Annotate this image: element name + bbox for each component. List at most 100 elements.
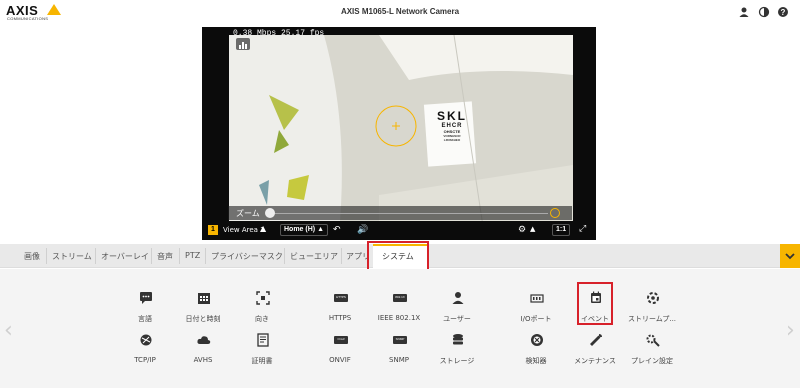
snmp-badge: SNMP [395,337,405,341]
setting-label: プレイン設定 [631,357,673,365]
setting-certificates[interactable]: 証明書 [230,333,294,373]
setting-label: ストリームプ... [627,315,677,323]
certificate-icon [257,333,269,347]
eye-chart-row: LZNSKHEO [443,138,461,142]
setting-label: ONVIF [329,356,351,364]
ratio-button[interactable]: 1:1 [552,224,571,236]
https-badge: HTTPS [336,295,346,299]
wrench-icon [590,334,602,346]
setting-language[interactable]: 言語 [113,291,177,331]
audio-icon[interactable]: 🔊 [357,225,368,235]
setting-label: AVHS [193,356,213,364]
tab-overlay[interactable]: オーバーレイ [101,251,149,262]
zoom-track[interactable] [268,213,548,214]
svg-text:?: ? [781,8,786,17]
tab-image[interactable]: 画像 [24,251,40,262]
view-area-number: 1 [208,225,218,235]
setting-label: SNMP [389,356,409,364]
camera-feed[interactable]: SKL EHCR OHSCTE VORNHSCR LZNSKHEO [229,35,573,233]
setting-onvif[interactable]: Onvif ONVIF [308,333,372,373]
caret-up-icon[interactable]: ▲ [260,224,266,233]
setting-label: ストレージ [439,357,475,365]
bar-chart-icon [239,42,247,49]
setting-label: 言語 [138,315,152,323]
highlight-event-setting [577,282,613,325]
setting-label: IEEE 802.1X [377,314,421,322]
zoom-slider-bar: ズーム [228,206,572,220]
fullscreen-icon[interactable]: ⤢ [579,224,586,234]
network-icon [140,334,152,346]
video-control-bar: 1 View Area 1 ▲ Home (H) ▲ ↶ 🔊 ⚙ ▲ 1:1 ⤢ [202,221,596,240]
tab-privacy-mask[interactable]: プライバシーマスク [211,251,283,262]
tab-divider [95,248,96,264]
tab-divider [205,248,206,264]
setting-label: ユーザー [443,315,471,323]
tab-divider [341,248,342,264]
setting-stream-profiles[interactable]: ストリームプ... [620,291,684,331]
setting-label: HTTPS [328,314,352,322]
orientation-icon [256,291,270,305]
setting-io-ports[interactable]: I/Oポート [504,291,568,331]
tab-divider [284,248,285,264]
user-icon[interactable] [738,6,750,18]
setting-ieee-8021x[interactable]: 802.1X IEEE 802.1X [367,291,431,331]
setting-users[interactable]: ユーザー [425,291,489,331]
contrast-icon[interactable] [758,6,770,18]
io-port-icon [530,294,544,303]
camera-scene [229,35,573,233]
eye-chart: SKL EHCR OHSCTE VORNHSCR LZNSKHEO [432,109,472,142]
setting-label: 証明書 [251,357,273,365]
speech-icon [140,292,152,304]
return-icon[interactable]: ↶ [333,225,341,235]
plain-config-icon [646,334,660,347]
tab-divider [46,248,47,264]
page-title: AXIS M1065-L Network Camera [340,7,460,16]
setting-tcpip[interactable]: TCP/IP [113,333,177,373]
onvif-badge: Onvif [337,337,345,341]
stats-toggle-button[interactable] [236,38,250,50]
collapse-panel-button[interactable] [780,244,800,268]
zoom-target-icon[interactable] [550,208,560,218]
zoom-label: ズーム [236,209,260,218]
setting-label: 日付と時刻 [185,315,221,323]
setting-label: 向き [255,315,269,323]
settings-gear-icon[interactable]: ⚙ [518,225,526,235]
home-preset-label: Home (H) [284,226,316,233]
setting-storage[interactable]: ストレージ [425,333,489,373]
tab-divider [151,248,152,264]
storage-icon [453,334,463,345]
zoom-slider-handle[interactable] [265,208,275,218]
ieee-badge: 802.1X [395,295,405,299]
setting-maintenance[interactable]: メンテナンス [563,333,627,373]
stream-profile-icon [647,292,659,304]
setting-label: I/Oポート [520,315,552,323]
tab-view-area[interactable]: ビューエリア [290,251,338,262]
tab-divider [179,248,180,264]
setting-label: メンテナンス [574,357,616,365]
help-icon[interactable]: ? [777,6,789,18]
setting-date-time[interactable]: 日付と時刻 [171,291,235,331]
tab-ptz[interactable]: PTZ [185,251,200,260]
scroll-left-arrow[interactable]: ‹ [4,318,13,343]
setting-orientation[interactable]: 向き [230,291,294,331]
tab-stream[interactable]: ストリーム [52,251,92,262]
setting-avhs[interactable]: AVHS [171,333,235,373]
caret-up-icon[interactable]: ▲ [530,225,535,233]
detector-icon [531,334,543,346]
eye-chart-title: SKL [437,109,467,123]
view-area-select[interactable]: View Area 1 [223,226,265,234]
setting-plain-config[interactable]: プレイン設定 [620,333,684,373]
chevron-down-icon [785,253,795,260]
header-bar: AXIS COMMUNICATIONS AXIS M1065-L Network… [0,0,800,24]
setting-https[interactable]: HTTPS HTTPS [308,291,372,331]
logo-subtitle: COMMUNICATIONS [7,16,49,21]
setting-label: TCP/IP [134,356,156,364]
setting-detectors[interactable]: 検知器 [504,333,568,373]
scroll-right-arrow[interactable]: › [786,318,795,343]
setting-snmp[interactable]: SNMP SNMP [367,333,431,373]
setting-label: 検知器 [525,357,547,365]
user-icon [452,292,464,304]
tab-audio[interactable]: 音声 [157,251,173,262]
cloud-icon [197,336,211,344]
home-preset-button[interactable]: Home (H) ▲ [280,224,328,236]
